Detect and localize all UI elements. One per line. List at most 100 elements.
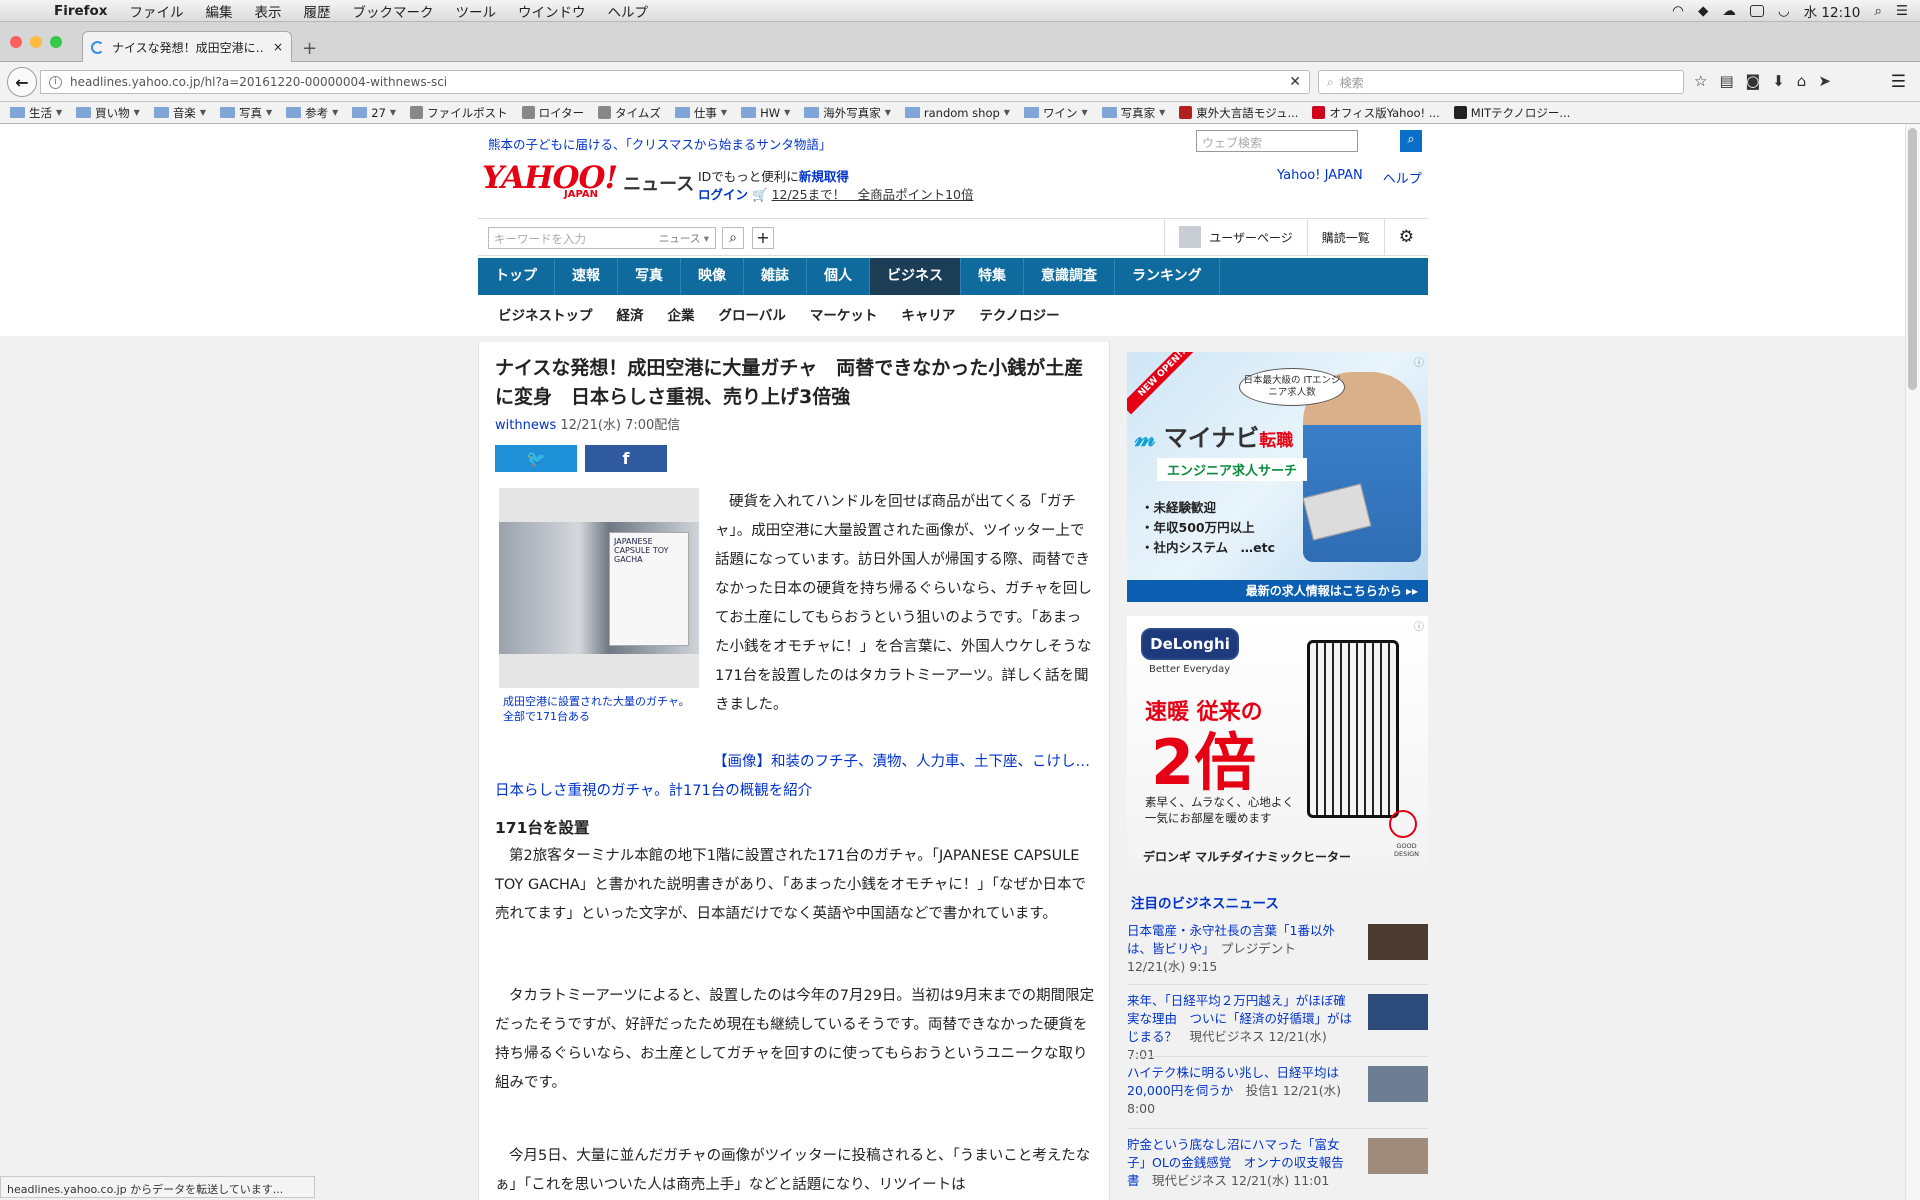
bookmark-folder[interactable]: 買い物 ▼ (76, 105, 140, 121)
reading-list-icon[interactable]: ▤ (1719, 72, 1733, 90)
yahoo-japan-link[interactable]: Yahoo! JAPAN (1277, 168, 1363, 187)
menu-help[interactable]: ヘルプ (608, 1, 649, 21)
login-link[interactable]: ログイン (698, 187, 748, 202)
bookmark-site[interactable]: タイムズ (598, 105, 661, 121)
promo-link[interactable]: 12/25まで！ 全商品ポイント10倍 (772, 187, 974, 202)
menu-file[interactable]: ファイル (130, 1, 184, 21)
subscriptions-link[interactable]: 購読一覧 (1306, 219, 1384, 255)
bookmark-folder[interactable]: 海外写真家 ▼ (804, 105, 891, 121)
nav-tab[interactable]: 速報 (555, 258, 618, 295)
close-tab-icon[interactable]: × (273, 40, 283, 54)
back-button[interactable]: ← (7, 67, 37, 97)
menu-view[interactable]: 表示 (255, 1, 282, 21)
subnav-item[interactable]: キャリア (901, 304, 955, 324)
bookmark-site[interactable]: MITテクノロジー... (1453, 105, 1570, 121)
downloads-icon[interactable]: ⬇ (1772, 72, 1785, 90)
bookmark-folder[interactable]: 27 ▼ (352, 106, 396, 120)
wifi-icon[interactable]: ◡ (1778, 3, 1790, 19)
bookmark-folder[interactable]: 音楽 ▼ (153, 105, 206, 121)
subnav-item[interactable]: ビジネストップ (498, 304, 593, 324)
nav-tab[interactable]: 写真 (618, 258, 681, 295)
article-source-link[interactable]: withnews (495, 418, 556, 433)
article-photo[interactable]: JAPANESE CAPSULE TOY GACHA (499, 488, 699, 688)
bookmark-site[interactable]: ロイター (521, 105, 584, 121)
bookmark-folder[interactable]: 写真家 ▼ (1101, 105, 1165, 121)
bookmark-folder[interactable]: 参考 ▼ (286, 105, 338, 121)
wifi-status-icon[interactable]: ◠ (1672, 3, 1684, 19)
bookmark-folder[interactable]: ワイン ▼ (1023, 105, 1088, 121)
nav-tab[interactable]: 個人 (807, 258, 870, 295)
nav-tab[interactable]: ビジネス (870, 258, 961, 295)
ad-info-icon[interactable]: ⓘ (1414, 618, 1424, 633)
business-news-thumbnail[interactable] (1368, 994, 1428, 1030)
browser-search-bar[interactable]: ⌕ 検索 (1318, 70, 1684, 94)
bookmark-site[interactable]: オフィス版Yahoo! ... (1312, 105, 1440, 121)
bookmark-folder[interactable]: 写真 ▼ (219, 105, 272, 121)
subnav-item[interactable]: 企業 (668, 304, 695, 324)
home-icon[interactable]: ⌂ (1797, 72, 1807, 90)
subnav-item[interactable]: テクノロジー (979, 304, 1059, 324)
notification-center-icon[interactable]: ☰ (1896, 3, 1908, 19)
delonghi-ad[interactable]: DeLonghi Better Everyday 速暖 従来の 2倍 素早く、ム… (1127, 616, 1428, 866)
zoom-window-icon[interactable] (50, 36, 62, 48)
photo-caption[interactable]: 成田空港に設置された大量のガチャ。全部で171台ある (503, 694, 693, 724)
input-method-icon[interactable] (1749, 5, 1764, 17)
keyword-input[interactable]: キーワードを入力 ニュース ▾ (488, 227, 716, 249)
menu-app[interactable]: Firefox (54, 3, 108, 19)
close-window-icon[interactable] (10, 36, 22, 48)
business-news-thumbnail[interactable] (1368, 1066, 1428, 1102)
scrollbar-thumb[interactable] (1908, 128, 1917, 390)
subnav-item[interactable]: グローバル (719, 304, 786, 324)
minimize-window-icon[interactable] (30, 36, 42, 48)
settings-button[interactable]: ⚙ (1383, 219, 1428, 255)
new-tab-icon[interactable]: + (302, 38, 317, 59)
ad-info-icon[interactable]: ⓘ (1414, 354, 1424, 369)
subnav-item[interactable]: 経済 (617, 304, 644, 324)
user-page-link[interactable]: ユーザーページ (1164, 219, 1307, 255)
menu-tools[interactable]: ツール (456, 1, 497, 21)
business-news-thumbnail[interactable] (1368, 1138, 1428, 1174)
twitter-share-button[interactable]: 🐦 (495, 445, 577, 472)
dropbox-icon[interactable]: ◆ (1698, 3, 1708, 19)
yahoo-news-logo[interactable]: YAHOO! JAPAN ニュース (482, 162, 694, 200)
nav-tab[interactable]: 雑誌 (744, 258, 807, 295)
spotlight-icon[interactable]: ⌕ (1874, 3, 1882, 19)
keyword-search-button[interactable]: ⌕ (722, 227, 744, 249)
menu-edit[interactable]: 編集 (206, 1, 233, 21)
mynavi-ad[interactable]: NEW OPEN!! 日本最大級の ITエンジニア求人数 𝓂 マイナビ転職 エン… (1127, 352, 1428, 602)
site-info-icon[interactable]: i (49, 75, 62, 89)
tab-active[interactable]: ナイスな発想！成田空港に… × (82, 31, 292, 62)
register-link[interactable]: 新規取得 (799, 169, 849, 184)
cloud-icon[interactable]: ☁ (1722, 3, 1736, 19)
bookmark-star-icon[interactable]: ☆ (1694, 72, 1707, 90)
facebook-share-button[interactable]: f (585, 445, 667, 472)
web-search-button[interactable]: ⌕ (1400, 130, 1422, 152)
notice-link[interactable]: 熊本の子どもに届ける、「クリスマスから始まるサンタ物語」 (488, 134, 831, 153)
menu-window[interactable]: ウインドウ (518, 1, 586, 21)
pocket-icon[interactable]: ◙ (1746, 72, 1761, 90)
stop-loading-icon[interactable]: ✕ (1289, 74, 1301, 90)
nav-tab[interactable]: 意識調査 (1024, 258, 1115, 295)
web-search-input[interactable]: ウェブ検索 (1196, 130, 1358, 152)
send-icon[interactable]: ➤ (1818, 72, 1831, 90)
help-link[interactable]: ヘルプ (1383, 168, 1422, 187)
menu-history[interactable]: 履歴 (304, 1, 331, 21)
bookmark-site[interactable]: ファイルポスト (410, 105, 508, 121)
add-keyword-button[interactable]: + (752, 227, 774, 249)
bookmark-folder[interactable]: 仕事 ▼ (674, 105, 727, 121)
subnav-item[interactable]: マーケット (810, 304, 878, 324)
hamburger-menu-icon[interactable]: ☰ (1891, 72, 1906, 92)
menu-bookmarks[interactable]: ブックマーク (353, 1, 434, 21)
clock[interactable]: 水 12:10 (1804, 1, 1861, 21)
search-scope-select[interactable]: ニュース ▾ (659, 231, 709, 246)
bookmark-folder[interactable]: random shop ▼ (904, 106, 1010, 120)
nav-tab[interactable]: 映像 (681, 258, 744, 295)
nav-tab[interactable]: 特集 (961, 258, 1024, 295)
nav-tab[interactable]: ランキング (1115, 258, 1220, 295)
nav-tab[interactable]: トップ (478, 258, 555, 295)
business-news-thumbnail[interactable] (1368, 924, 1428, 960)
bookmark-folder[interactable]: 生活 ▼ (10, 105, 62, 121)
bookmark-site[interactable]: 東外大言語モジュ... (1179, 105, 1298, 121)
url-bar[interactable]: i headlines.yahoo.co.jp/hl?a=20161220-00… (40, 70, 1310, 94)
bookmark-folder[interactable]: HW ▼ (741, 106, 790, 120)
